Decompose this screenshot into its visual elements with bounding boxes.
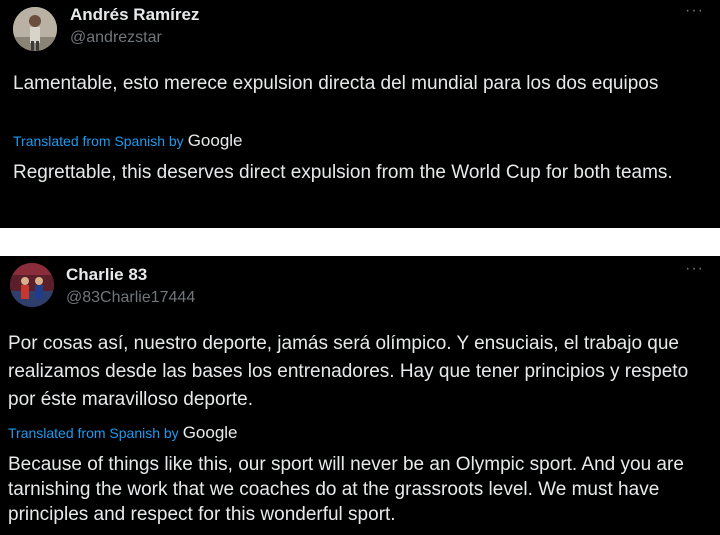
tweet-translated-text: Regrettable, this deserves direct expuls… xyxy=(13,162,673,183)
display-name[interactable]: Andrés Ramírez xyxy=(70,5,199,25)
tweet-translated-text: Because of things like this, our sport w… xyxy=(8,454,684,525)
google-logo: Google xyxy=(182,423,238,442)
user-handle[interactable]: @andrezstar xyxy=(70,29,162,47)
tweet-card[interactable]: Charlie 83 @83Charlie17444 ··· Por cosas… xyxy=(0,256,720,535)
translated-from-label[interactable]: Translated from Spanish by xyxy=(13,133,184,149)
tweet-card[interactable]: Andrés Ramírez @andrezstar ··· Lamentabl… xyxy=(0,0,720,228)
google-logo: Google xyxy=(187,131,243,150)
translated-from-label[interactable]: Translated from Spanish by xyxy=(8,425,179,441)
avatar-photo-icon xyxy=(10,263,54,307)
user-handle[interactable]: @83Charlie17444 xyxy=(66,289,195,307)
more-horizontal-icon[interactable]: ··· xyxy=(685,3,704,19)
avatar[interactable] xyxy=(13,7,57,51)
display-name[interactable]: Charlie 83 xyxy=(66,265,147,285)
tweet-original-text: Por cosas así, nuestro deporte, jamás se… xyxy=(8,333,689,410)
translation-notice: Translated from Spanish by Google xyxy=(13,131,243,151)
translation-notice: Translated from Spanish by Google xyxy=(8,423,238,443)
avatar[interactable] xyxy=(10,263,54,307)
avatar-photo-icon xyxy=(13,7,57,51)
more-horizontal-icon[interactable]: ··· xyxy=(685,261,704,277)
tweet-original-text: Lamentable, esto merece expulsion direct… xyxy=(13,73,659,94)
